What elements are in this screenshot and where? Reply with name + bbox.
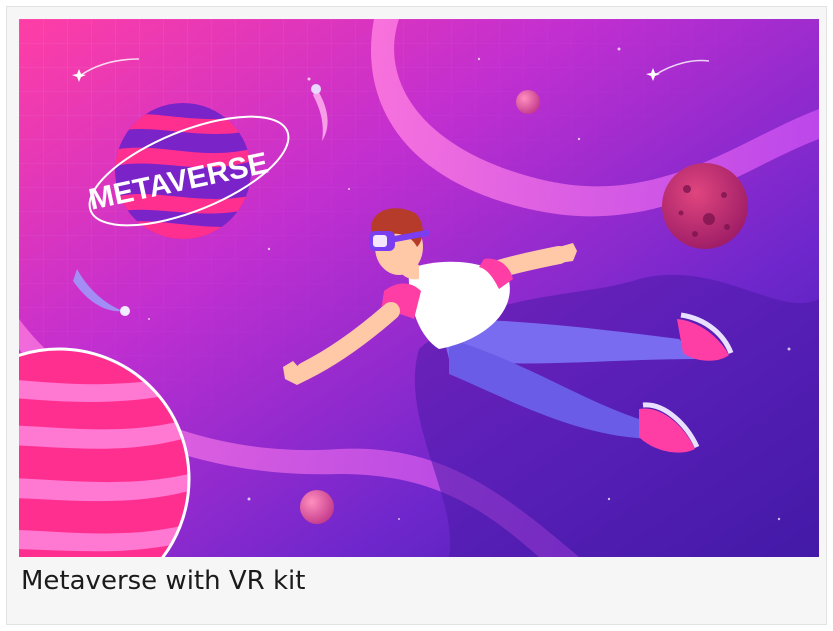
metaverse-illustration[interactable]: METAVERSE: [19, 19, 819, 557]
image-caption: Metaverse with VR kit: [21, 566, 306, 596]
planet-icon: [662, 163, 748, 249]
image-card: METAVERSE Metaverse with VR kit: [6, 6, 827, 625]
